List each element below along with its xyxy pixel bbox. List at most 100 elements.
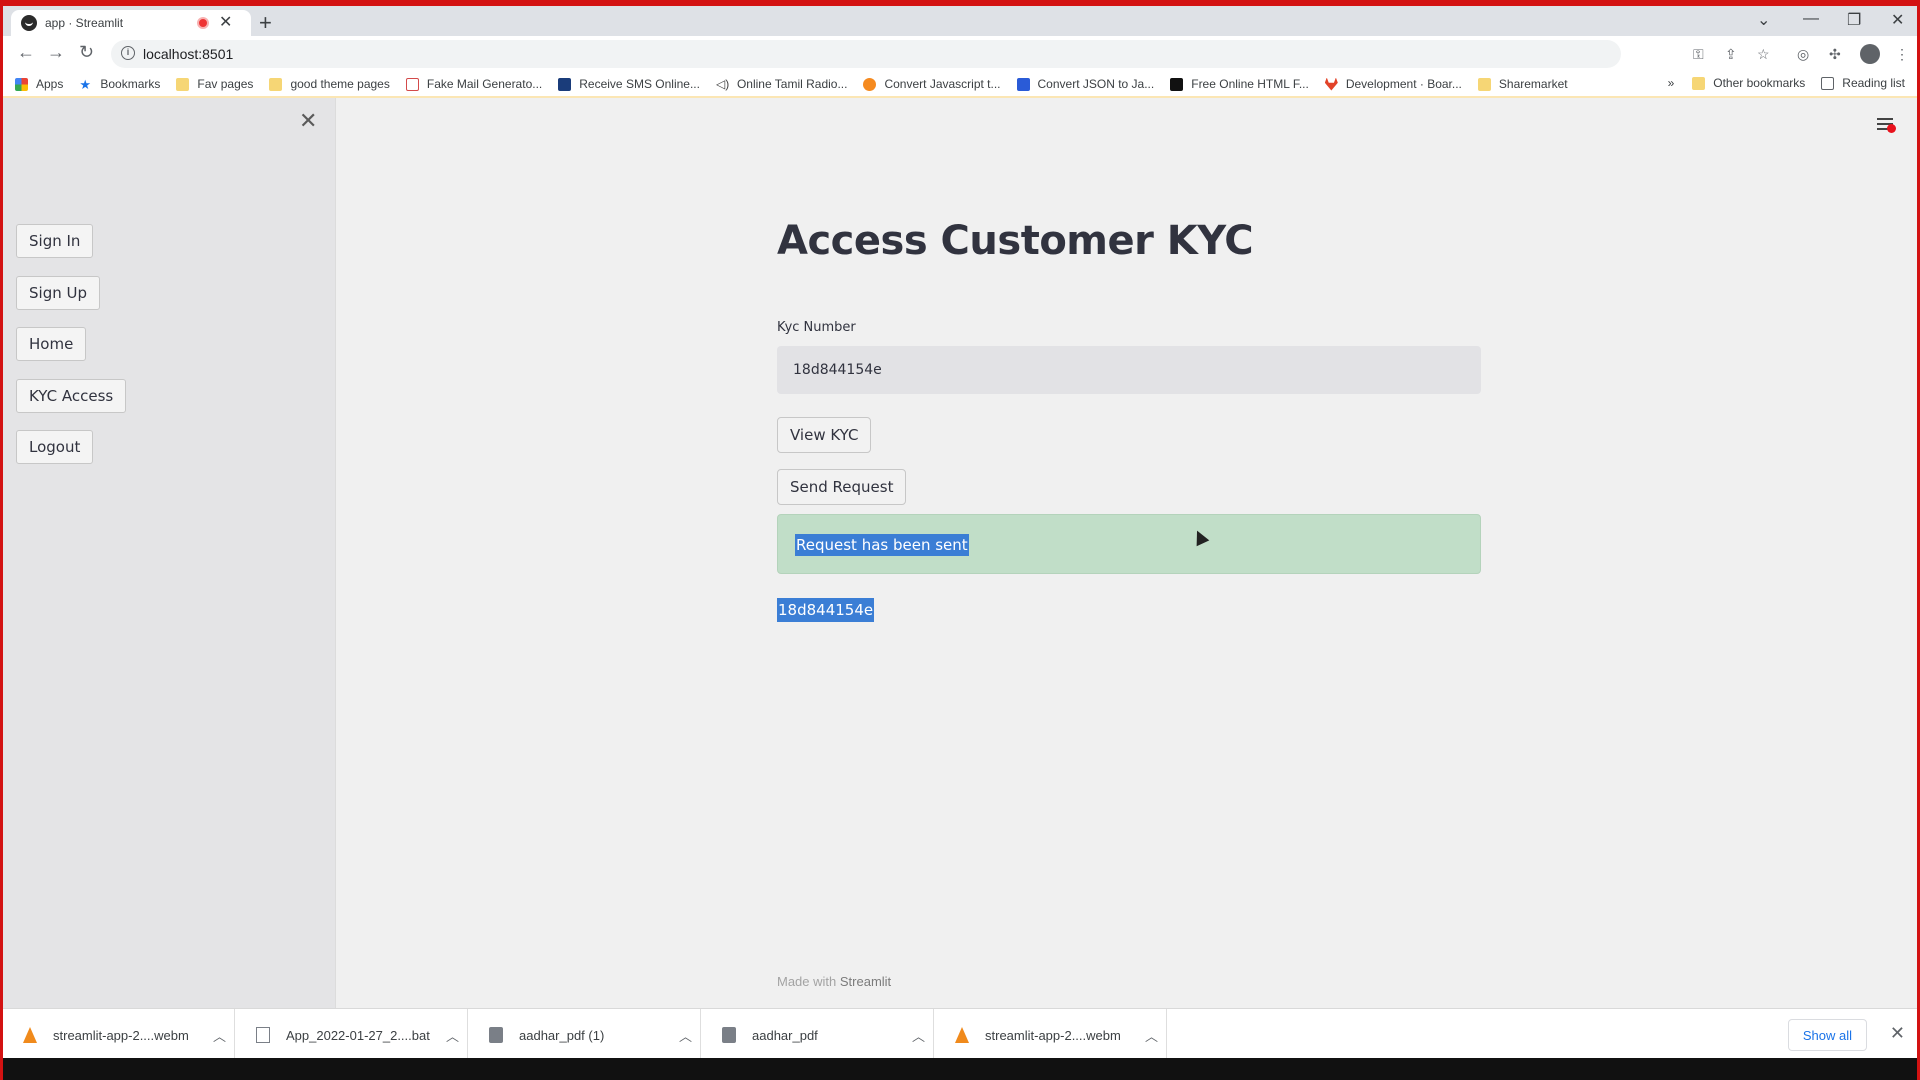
bookmark-item[interactable]: Fake Mail Generato... (405, 77, 543, 91)
reading-list[interactable]: Reading list (1821, 76, 1905, 90)
profile-avatar-icon[interactable] (1860, 44, 1880, 64)
apps-grid-icon (15, 77, 28, 91)
home-button[interactable]: Home (16, 327, 87, 361)
kyc-number-input[interactable]: 18d844154e (777, 346, 1481, 394)
browser-window: app · Streamlit ✕ + ⌄ — ❐ ✕ ← → ↻ i loca… (3, 6, 1917, 1058)
other-bookmarks[interactable]: Other bookmarks (1692, 76, 1805, 90)
kyc-output-text: 18d844154e (777, 598, 875, 622)
kyc-number-label: Kyc Number (777, 320, 856, 335)
bookmark-label: Other bookmarks (1713, 76, 1806, 90)
recording-indicator-icon (197, 17, 209, 29)
bookmarks-overflow-icon[interactable]: » (1668, 76, 1675, 90)
bookmark-label: Receive SMS Online... (579, 77, 700, 91)
menu-kebab-icon[interactable]: ⋮ (1895, 46, 1909, 63)
tab-close-icon[interactable]: ✕ (219, 15, 232, 31)
file-icon (489, 1027, 503, 1043)
folder-icon (269, 77, 283, 91)
success-message: Request has been sent (795, 534, 969, 556)
bookmark-item[interactable]: Sharemarket (1477, 77, 1568, 91)
forward-icon[interactable]: → (47, 42, 65, 63)
bookmark-item[interactable]: ★ Bookmarks (79, 77, 160, 91)
restore-icon[interactable]: ❐ (1847, 10, 1861, 30)
tab-title: app · Streamlit (45, 16, 124, 30)
download-item[interactable]: streamlit-app-2....webm ︿ (3, 1009, 235, 1058)
bookmark-item[interactable]: Convert JSON to Ja... (1016, 77, 1154, 91)
download-name: streamlit-app-2....webm (53, 1027, 189, 1043)
page-title: Access Customer KYC (777, 218, 1254, 264)
folder-icon (1477, 77, 1491, 91)
reload-icon[interactable]: ↻ (79, 42, 94, 63)
bookmark-star-icon[interactable]: ☆ (1757, 46, 1770, 63)
bookmark-label: Apps (36, 77, 64, 91)
view-kyc-button[interactable]: View KYC (777, 417, 872, 453)
download-item[interactable]: aadhar_pdf (1) ︿ (469, 1009, 701, 1058)
download-name: App_2022-01-27_2....bat (286, 1027, 430, 1043)
kyc-access-button[interactable]: KYC Access (16, 379, 127, 413)
back-icon[interactable]: ← (17, 42, 35, 63)
bookmark-label: Online Tamil Radio... (736, 77, 848, 91)
star-icon: ★ (79, 76, 92, 92)
send-request-button[interactable]: Send Request (777, 469, 907, 505)
bookmark-label: Convert Javascript t... (884, 77, 1001, 91)
bookmark-label: Sharemarket (1498, 77, 1568, 91)
bookmark-label: Free Online HTML F... (1191, 77, 1309, 91)
streamlit-page: ✕ Sign In Sign Up Home KYC Access Logout… (3, 98, 1917, 1008)
logout-button[interactable]: Logout (16, 430, 94, 464)
new-tab-icon[interactable]: + (259, 12, 272, 34)
folder-icon (1692, 76, 1706, 90)
key-icon[interactable]: ⚿ (1693, 46, 1704, 63)
bookmark-label: Fake Mail Generato... (426, 77, 543, 91)
tab-streamlit[interactable]: app · Streamlit ✕ (11, 10, 251, 36)
extensions-puzzle-icon[interactable]: ✣ (1829, 46, 1841, 63)
bookmark-label: Reading list (1842, 76, 1905, 90)
chevron-up-icon[interactable]: ︿ (446, 1026, 459, 1045)
bookmark-item[interactable]: Apps (15, 77, 63, 91)
main-content: Access Customer KYC Kyc Number 18d844154… (337, 98, 1917, 1008)
share-icon[interactable]: ⇪ (1725, 46, 1737, 63)
batch-file-icon (256, 1027, 270, 1043)
json-icon (1016, 77, 1030, 91)
sms-icon (558, 77, 572, 91)
site-info-icon[interactable]: i (121, 46, 135, 60)
address-bar[interactable]: i localhost:8501 (111, 40, 1621, 68)
vlc-icon (23, 1027, 37, 1043)
bookmark-label: good theme pages (290, 77, 390, 91)
bookmark-item[interactable]: Development · Boar... (1324, 77, 1462, 91)
sidebar-close-icon[interactable]: ✕ (299, 108, 317, 134)
tab-search-icon[interactable]: ⌄ (1757, 10, 1770, 30)
chevron-up-icon[interactable]: ︿ (1145, 1026, 1158, 1045)
chevron-up-icon[interactable]: ︿ (912, 1026, 925, 1045)
bookmark-item[interactable]: Free Online HTML F... (1170, 77, 1309, 91)
converter-icon (863, 77, 877, 91)
bookmark-item[interactable]: Fav pages (176, 77, 253, 91)
extension-circle-icon[interactable]: ◎ (1797, 46, 1809, 63)
download-item[interactable]: App_2022-01-27_2....bat ︿ (236, 1009, 468, 1058)
folder-icon (176, 77, 190, 91)
hamburger-menu-icon[interactable] (1877, 118, 1896, 133)
url-text: localhost:8501 (143, 46, 234, 62)
footer-prefix: Made with (777, 974, 837, 989)
bookmark-item[interactable]: Convert Javascript t... (863, 77, 1001, 91)
download-item[interactable]: aadhar_pdf ︿ (702, 1009, 934, 1058)
bookmark-item[interactable]: good theme pages (269, 77, 390, 91)
sign-up-button[interactable]: Sign Up (16, 276, 100, 310)
tab-strip: app · Streamlit ✕ + ⌄ — ❐ ✕ (3, 6, 1917, 36)
show-all-button[interactable]: Show all (1787, 1019, 1867, 1051)
download-name: aadhar_pdf (752, 1027, 818, 1043)
minimize-icon[interactable]: — (1803, 10, 1819, 28)
sign-in-button[interactable]: Sign In (16, 224, 94, 258)
streamlit-favicon-icon (21, 15, 37, 31)
bookmark-label: Development · Boar... (1345, 77, 1462, 91)
window-close-icon[interactable]: ✕ (1891, 10, 1904, 30)
download-name: streamlit-app-2....webm (985, 1027, 1121, 1043)
footer-brand-link[interactable]: Streamlit (840, 974, 891, 989)
chevron-up-icon[interactable]: ︿ (213, 1026, 226, 1045)
download-item[interactable]: streamlit-app-2....webm ︿ (935, 1009, 1167, 1058)
chevron-up-icon[interactable]: ︿ (679, 1026, 692, 1045)
shelf-close-icon[interactable]: ✕ (1890, 1023, 1905, 1044)
vlc-icon (955, 1027, 969, 1043)
bookmark-item[interactable]: ◁) Online Tamil Radio... (716, 77, 848, 91)
file-icon (722, 1027, 736, 1043)
bookmark-item[interactable]: Receive SMS Online... (558, 77, 700, 91)
sidebar: ✕ Sign In Sign Up Home KYC Access Logout (3, 98, 336, 1008)
